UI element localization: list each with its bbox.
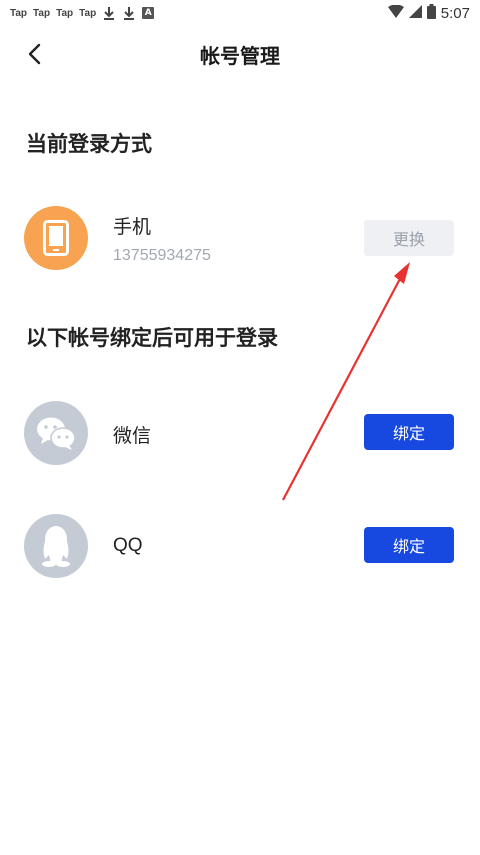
signal-icon xyxy=(408,5,422,21)
wechat-label: 微信 xyxy=(113,425,152,447)
download-icon xyxy=(122,6,136,20)
nav-bar: 帐号管理 xyxy=(0,30,480,78)
tap-notification: Tap xyxy=(10,7,28,19)
phone-icon xyxy=(43,220,69,256)
phone-method-label: 手机 xyxy=(113,216,152,238)
system-indicators: 5:07 xyxy=(387,4,470,22)
download-icon xyxy=(102,6,116,20)
wechat-row: 微信 绑定 xyxy=(0,401,480,465)
tap-notification: Tap xyxy=(79,7,97,19)
qq-avatar xyxy=(24,514,88,578)
qq-label: QQ xyxy=(113,535,143,556)
page-title: 帐号管理 xyxy=(200,43,280,68)
phone-number: 13755934275 xyxy=(113,247,211,264)
a-icon: A xyxy=(142,7,155,19)
phone-avatar xyxy=(24,206,88,270)
qq-row: QQ 绑定 xyxy=(0,514,480,578)
back-button[interactable] xyxy=(20,40,48,68)
notification-area: Tap Tap Tap Tap A xyxy=(10,6,155,20)
phone-login-row: 手机 13755934275 更换 xyxy=(0,206,480,270)
wechat-avatar xyxy=(24,401,88,465)
bind-wechat-button[interactable]: 绑定 xyxy=(364,414,454,450)
qq-icon xyxy=(42,526,70,567)
tap-notification: Tap xyxy=(33,7,51,19)
status-bar: Tap Tap Tap Tap A 5:07 xyxy=(0,0,480,26)
bind-qq-button[interactable]: 绑定 xyxy=(364,527,454,563)
clock: 5:07 xyxy=(440,4,470,22)
chevron-left-icon xyxy=(28,43,41,65)
tap-notification: Tap xyxy=(56,7,74,19)
current-login-heading: 当前登录方式 xyxy=(26,132,152,156)
battery-icon xyxy=(426,4,436,22)
wechat-icon xyxy=(37,417,76,450)
wifi-icon xyxy=(387,4,404,21)
bind-accounts-heading: 以下帐号绑定后可用于登录 xyxy=(26,326,278,350)
change-button[interactable]: 更换 xyxy=(364,220,454,256)
